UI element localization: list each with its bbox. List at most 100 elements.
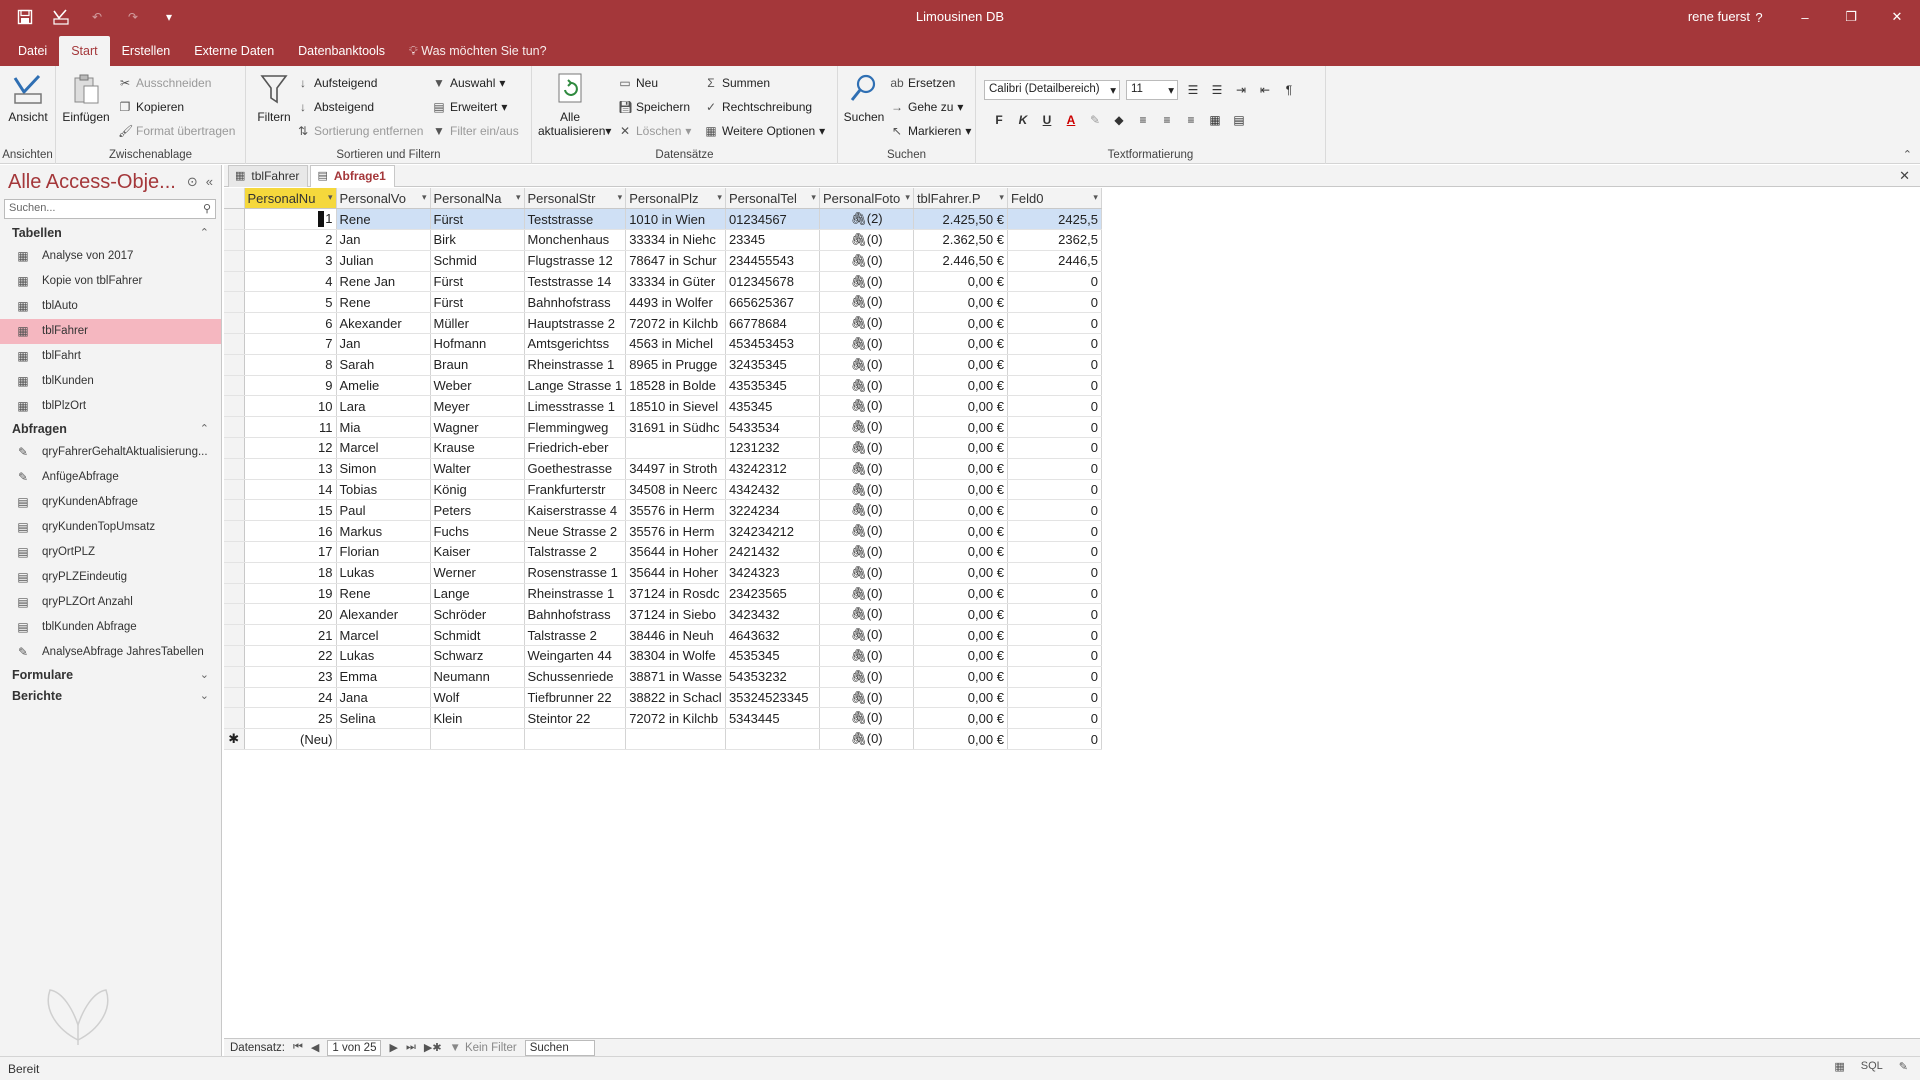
- table-cell[interactable]: Limesstrasse 1: [524, 395, 627, 418]
- table-cell[interactable]: Müller: [430, 312, 525, 335]
- neu-button[interactable]: ▭ Neu: [618, 76, 658, 90]
- table-cell[interactable]: 0,00 €: [913, 354, 1008, 376]
- new-row-attachment[interactable]: 🖇︎(0): [819, 728, 914, 751]
- kopieren-button[interactable]: ❐ Kopieren: [118, 100, 184, 114]
- table-cell[interactable]: 23345: [725, 229, 820, 251]
- font-color-icon[interactable]: A: [1062, 111, 1080, 129]
- table-cell[interactable]: 35644 in Hoher: [625, 541, 726, 563]
- filtern-button[interactable]: Filtern: [250, 72, 298, 124]
- table-cell[interactable]: 13: [244, 458, 337, 480]
- table-cell[interactable]: 31691 in Südhc: [625, 416, 726, 439]
- nav-group-berichte[interactable]: Berichte ⌄: [0, 686, 221, 707]
- column-dropdown-icon[interactable]: ▾: [328, 192, 333, 203]
- nav-item[interactable]: ▦ tblFahrt: [0, 344, 221, 369]
- table-cell[interactable]: 35576 in Herm: [625, 520, 726, 543]
- nav-item[interactable]: ▤ tblKunden Abfrage: [0, 615, 221, 640]
- increase-indent-icon[interactable]: ⇥: [1232, 81, 1250, 99]
- ausschneiden-button[interactable]: ✂ Ausschneiden: [118, 76, 211, 90]
- new-record-row[interactable]: ✱ (Neu) 🖇︎(0) 0,00 € 0: [224, 728, 1102, 751]
- table-cell[interactable]: 4535345: [725, 645, 820, 667]
- record-position-input[interactable]: 1 von 25: [327, 1039, 382, 1056]
- table-cell[interactable]: 🖇︎(0): [819, 416, 914, 439]
- table-cell[interactable]: Braun: [430, 354, 525, 376]
- table-cell[interactable]: 🖇︎(0): [819, 687, 914, 709]
- table-cell[interactable]: 012345678: [725, 271, 820, 293]
- table-cell[interactable]: Frankfurterstr: [524, 479, 627, 501]
- table-cell[interactable]: 0,00 €: [913, 395, 1008, 418]
- table-cell[interactable]: 234455543: [725, 250, 820, 272]
- table-cell[interactable]: Mia: [336, 416, 431, 439]
- table-cell[interactable]: 32435345: [725, 354, 820, 376]
- table-cell[interactable]: Peters: [430, 499, 525, 522]
- nav-item[interactable]: ▦ tblKunden: [0, 369, 221, 394]
- column-dropdown-icon[interactable]: ▾: [422, 192, 427, 203]
- table-cell[interactable]: 324234212: [725, 520, 820, 543]
- restore-button[interactable]: ❐: [1828, 0, 1874, 34]
- table-cell[interactable]: Lange Strasse 1: [524, 375, 627, 397]
- table-cell[interactable]: 0: [1007, 354, 1102, 376]
- sortierung-entfernen-button[interactable]: ⇅ Sortierung entfernen: [296, 124, 423, 138]
- bold-button[interactable]: F: [990, 111, 1008, 129]
- table-cell[interactable]: Fürst: [430, 271, 525, 293]
- table-cell[interactable]: 18: [244, 562, 337, 584]
- table-cell[interactable]: 35324523345: [725, 687, 820, 709]
- table-cell[interactable]: Teststrasse 14: [524, 271, 627, 293]
- no-filter-button[interactable]: ▼ Kein Filter: [450, 1042, 517, 1054]
- suchen-button[interactable]: Suchen: [840, 72, 888, 124]
- row-selector[interactable]: [224, 229, 245, 251]
- tab-start[interactable]: Start: [59, 36, 110, 66]
- table-cell[interactable]: [625, 728, 726, 751]
- table-cell[interactable]: 0: [1007, 499, 1102, 522]
- text-direction-icon[interactable]: ¶: [1280, 81, 1298, 99]
- table-cell[interactable]: 20: [244, 603, 337, 626]
- table-row[interactable]: 18 Lukas Werner Rosenstrasse 1 35644 in Hohe…: [224, 562, 1102, 584]
- table-cell[interactable]: 0: [1007, 479, 1102, 501]
- table-cell[interactable]: Rene: [336, 208, 431, 231]
- table-cell[interactable]: 2362,5: [1007, 229, 1102, 251]
- new-row-value[interactable]: 0,00 €: [913, 728, 1008, 751]
- new-record-nav-icon[interactable]: ▶✱: [424, 1041, 442, 1054]
- table-cell[interactable]: 16: [244, 520, 337, 543]
- tab-datenbanktools[interactable]: Datenbanktools: [286, 36, 397, 66]
- table-cell[interactable]: Kaiser: [430, 541, 525, 563]
- table-cell[interactable]: 0,00 €: [913, 520, 1008, 543]
- table-cell[interactable]: 8965 in Prugge: [625, 354, 726, 376]
- table-cell[interactable]: 0,00 €: [913, 707, 1008, 730]
- table-cell[interactable]: 3: [244, 250, 337, 272]
- nav-item[interactable]: ▤ qryKundenAbfrage: [0, 490, 221, 515]
- table-cell[interactable]: 0,00 €: [913, 291, 1008, 314]
- table-cell[interactable]: 54353232: [725, 666, 820, 688]
- table-cell[interactable]: 72072 in Kilchb: [625, 312, 726, 335]
- table-cell[interactable]: 0,00 €: [913, 562, 1008, 584]
- row-selector[interactable]: [224, 645, 245, 667]
- table-cell[interactable]: 🖇︎(0): [819, 624, 914, 647]
- italic-button[interactable]: K: [1014, 111, 1032, 129]
- nav-collapse-icon[interactable]: «: [206, 174, 213, 190]
- table-cell[interactable]: Krause: [430, 437, 525, 459]
- table-cell[interactable]: Steintor 22: [524, 707, 627, 730]
- column-header[interactable]: PersonalStr ▾: [524, 188, 627, 210]
- table-cell[interactable]: Talstrasse 2: [524, 624, 627, 647]
- table-cell[interactable]: 🖇︎(0): [819, 395, 914, 418]
- column-header[interactable]: PersonalNu ▾: [244, 188, 337, 210]
- table-cell[interactable]: Tobias: [336, 479, 431, 501]
- table-row[interactable]: 22 Lukas Schwarz Weingarten 44 38304 in Wolf…: [224, 645, 1102, 667]
- row-selector[interactable]: [224, 499, 245, 522]
- table-cell[interactable]: Werner: [430, 562, 525, 584]
- row-selector[interactable]: [224, 375, 245, 397]
- table-cell[interactable]: 🖇︎(0): [819, 271, 914, 293]
- nav-item[interactable]: ▤ qryKundenTopUmsatz: [0, 515, 221, 540]
- table-cell[interactable]: 453453453: [725, 333, 820, 355]
- table-cell[interactable]: 665625367: [725, 291, 820, 314]
- table-cell[interactable]: 2446,5: [1007, 250, 1102, 272]
- table-cell[interactable]: 0,00 €: [913, 645, 1008, 667]
- alt-row-color-icon[interactable]: ▦: [1206, 111, 1224, 129]
- table-cell[interactable]: 🖇︎(0): [819, 541, 914, 563]
- table-cell[interactable]: 11: [244, 416, 337, 439]
- table-cell[interactable]: 0,00 €: [913, 603, 1008, 626]
- table-cell[interactable]: 0,00 €: [913, 271, 1008, 293]
- table-row[interactable]: 4 Rene Jan Fürst Teststrasse 14 33334 in Güt…: [224, 271, 1102, 293]
- table-cell[interactable]: Friedrich-eber: [524, 437, 627, 459]
- column-dropdown-icon[interactable]: ▾: [999, 192, 1004, 203]
- table-row[interactable]: 13 Simon Walter Goethestrasse 34497 in Strot…: [224, 458, 1102, 480]
